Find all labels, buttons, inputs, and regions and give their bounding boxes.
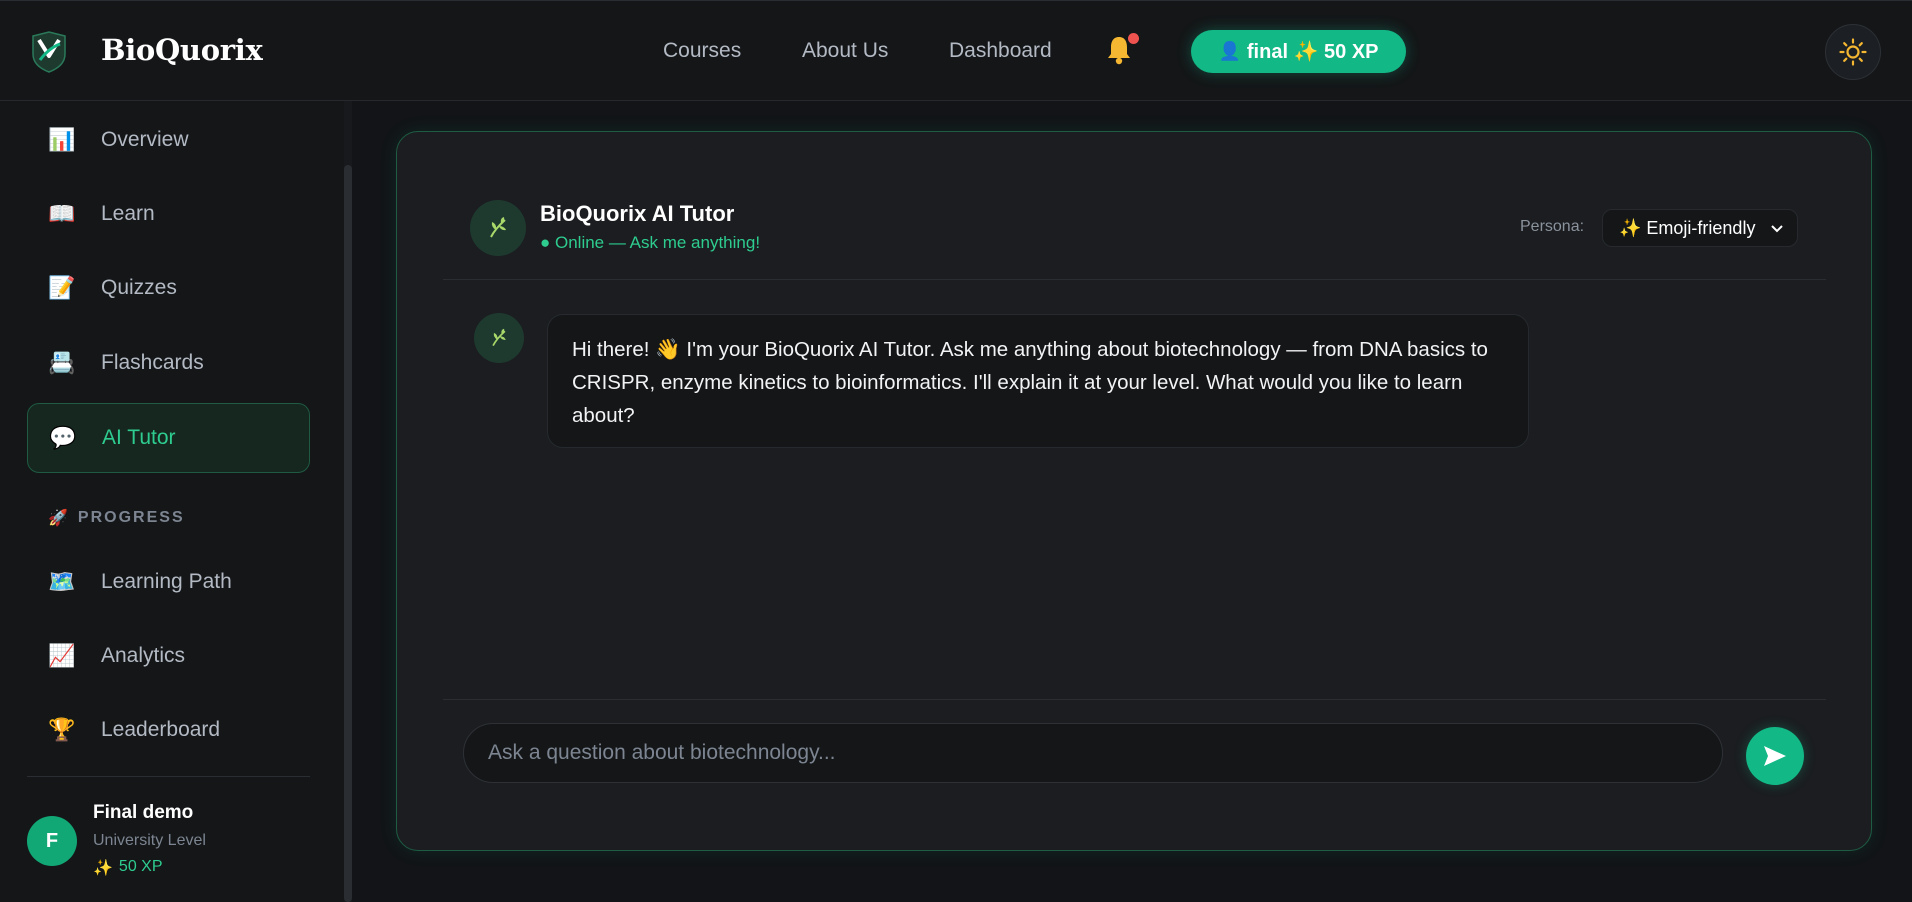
- sidebar-item-overview[interactable]: 📊 Overview: [27, 105, 310, 175]
- user-level: University Level: [93, 832, 206, 849]
- tutor-avatar: [470, 200, 526, 256]
- send-button[interactable]: [1746, 727, 1804, 785]
- online-status: ● Online — Ask me anything!: [540, 233, 761, 252]
- progress-section-label: 🚀 PROGRESS: [48, 508, 185, 528]
- chat-input-divider: [443, 699, 1826, 700]
- theme-toggle-button[interactable]: [1825, 24, 1881, 80]
- sidebar-item-label: Learning Path: [101, 570, 232, 593]
- avatar[interactable]: F: [27, 816, 77, 866]
- sidebar-item-flashcards[interactable]: 📇 Flashcards: [27, 328, 310, 398]
- sidebar-item-leaderboard[interactable]: 🏆 Leaderboard: [27, 695, 310, 765]
- sidebar-item-analytics[interactable]: 📈 Analytics: [27, 621, 310, 691]
- sidebar-item-label: AI Tutor: [102, 426, 176, 449]
- trophy-icon: 🏆: [48, 717, 76, 742]
- bioquorix-logo-icon[interactable]: [30, 30, 68, 74]
- chevron-down-icon: [1771, 225, 1783, 233]
- brand-name[interactable]: BioQuorix: [101, 33, 263, 67]
- chat-header-divider: [443, 279, 1826, 280]
- persona-label: Persona:: [1520, 218, 1585, 235]
- speech-bubble-icon: 💬: [49, 425, 77, 450]
- persona-value: ✨ Emoji-friendly: [1619, 217, 1756, 238]
- nav-courses-link[interactable]: Courses: [663, 39, 741, 63]
- user-silhouette-icon: 👤: [1218, 41, 1241, 61]
- sidebar-item-label: Overview: [101, 128, 189, 151]
- nav-about-us-link[interactable]: About Us: [802, 39, 888, 63]
- sidebar-item-learn[interactable]: 📖 Learn: [27, 179, 310, 249]
- sidebar-item-label: Leaderboard: [101, 718, 221, 741]
- sidebar-divider: [27, 776, 310, 777]
- bar-chart-icon: 📊: [48, 127, 76, 152]
- chat-title: BioQuorix AI Tutor: [540, 201, 735, 226]
- user-xp-value: 50 XP: [118, 858, 163, 875]
- sidebar-item-learning-path[interactable]: 🗺️ Learning Path: [27, 547, 310, 617]
- sidebar-item-label: Flashcards: [101, 351, 204, 374]
- send-icon: [1764, 746, 1786, 766]
- nav-dashboard-link[interactable]: Dashboard: [949, 39, 1052, 63]
- section-label-text: PROGRESS: [77, 509, 185, 526]
- trend-chart-icon: 📈: [48, 643, 76, 668]
- sidebar-scrollbar-thumb[interactable]: [344, 165, 352, 902]
- sidebar-item-label: Quizzes: [101, 276, 177, 299]
- top-navbar: BioQuorix Courses About Us Dashboard 👤 f…: [0, 0, 1912, 101]
- sparkles-icon: ✨: [93, 860, 113, 877]
- chat-input[interactable]: [463, 723, 1723, 783]
- user-name: Final demo: [93, 802, 194, 823]
- sun-icon: [1839, 38, 1867, 66]
- sprout-icon: [492, 328, 506, 347]
- notification-badge: [1128, 33, 1139, 44]
- map-icon: 🗺️: [48, 569, 76, 594]
- sidebar-item-quizzes[interactable]: 📝 Quizzes: [27, 253, 310, 323]
- sidebar-item-ai-tutor[interactable]: 💬 AI Tutor: [27, 403, 310, 473]
- rocket-icon: 🚀: [48, 510, 70, 527]
- assistant-message-bubble: Hi there! 👋 I'm your BioQuorix AI Tutor.…: [547, 314, 1529, 448]
- memo-icon: 📝: [48, 275, 76, 300]
- open-book-icon: 📖: [48, 201, 76, 226]
- sidebar-item-label: Analytics: [101, 644, 186, 667]
- persona-select[interactable]: ✨ Emoji-friendly: [1602, 209, 1798, 247]
- message-avatar: [474, 313, 524, 363]
- card-index-icon: 📇: [48, 350, 76, 375]
- sprout-icon: [490, 217, 506, 238]
- sidebar-item-label: Learn: [101, 202, 155, 225]
- xp-pill-label: final ✨ 50 XP: [1246, 41, 1379, 63]
- user-xp-pill[interactable]: 👤 final ✨ 50 XP: [1191, 30, 1406, 73]
- user-xp: ✨ 50 XP: [93, 858, 163, 878]
